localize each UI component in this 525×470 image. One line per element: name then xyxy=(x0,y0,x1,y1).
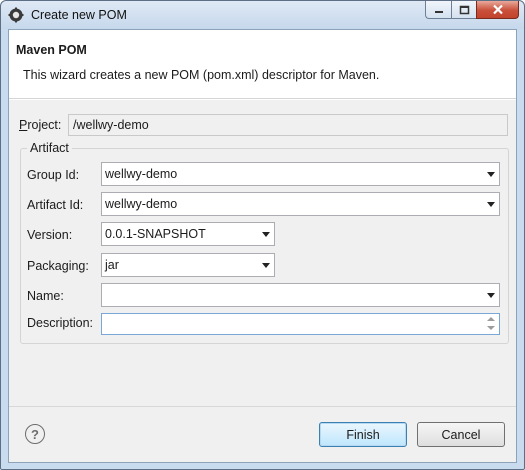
artifact-id-label: Artifact Id: xyxy=(27,198,84,212)
description-field[interactable] xyxy=(101,313,500,335)
arrow-up-icon xyxy=(487,317,495,321)
banner-title: Maven POM xyxy=(16,43,87,57)
close-icon xyxy=(492,4,503,15)
name-label: Name: xyxy=(27,289,64,303)
minimize-icon xyxy=(434,10,443,13)
chevron-down-icon xyxy=(262,263,270,268)
eclipse-gear-icon xyxy=(8,7,24,23)
project-field: /wellwy-demo xyxy=(68,114,508,136)
minimize-button[interactable] xyxy=(425,1,451,19)
maximize-icon xyxy=(459,5,469,14)
help-icon[interactable]: ? xyxy=(25,424,45,444)
artifact-id-combo[interactable]: wellwy-demo xyxy=(101,192,500,216)
group-id-label: Group Id: xyxy=(27,168,80,182)
packaging-label: Packaging: xyxy=(27,259,89,273)
group-id-combo[interactable]: wellwy-demo xyxy=(101,162,500,186)
close-button[interactable] xyxy=(476,1,519,19)
chevron-down-icon xyxy=(262,232,270,237)
maximize-button[interactable] xyxy=(451,1,476,19)
cancel-button[interactable]: Cancel xyxy=(417,422,505,447)
dialog-content: Maven POM This wizard creates a new POM … xyxy=(8,29,517,463)
finish-button[interactable]: Finish xyxy=(319,422,407,447)
version-label: Version: xyxy=(27,228,73,242)
title-bar[interactable]: Create new POM xyxy=(1,1,524,29)
arrow-down-icon xyxy=(487,326,495,330)
wizard-banner: Maven POM This wizard creates a new POM … xyxy=(9,30,516,99)
dialog-window: Create new POM Maven POM This wizard cre… xyxy=(0,0,525,470)
chevron-down-icon xyxy=(487,202,495,207)
packaging-combo[interactable]: jar xyxy=(101,253,275,277)
description-label: Description: xyxy=(27,316,93,330)
chevron-down-icon xyxy=(487,293,495,298)
description-scroll-arrows[interactable] xyxy=(484,315,498,333)
version-combo[interactable]: 0.0.1-SNAPSHOT xyxy=(101,222,275,246)
name-combo[interactable] xyxy=(101,283,500,307)
banner-description: This wizard creates a new POM (pom.xml) … xyxy=(23,68,380,82)
chevron-down-icon xyxy=(487,172,495,177)
artifact-group-title: Artifact xyxy=(27,141,72,155)
project-label: Project: xyxy=(19,118,62,132)
window-title: Create new POM xyxy=(31,8,127,22)
